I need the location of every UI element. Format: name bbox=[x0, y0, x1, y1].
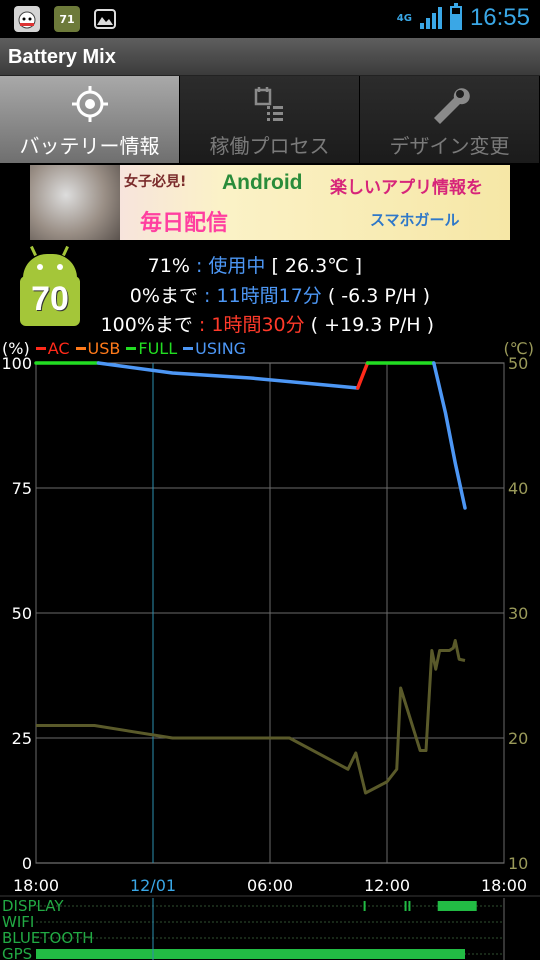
battery-line-using bbox=[432, 361, 467, 510]
y-left-tick-label: 100 bbox=[1, 354, 32, 373]
clock: 16:55 bbox=[469, 4, 530, 31]
battery-level-number: 70 bbox=[31, 280, 69, 318]
time-to-empty-value: 11時間17分 bbox=[216, 285, 322, 307]
activity-segment bbox=[36, 949, 465, 959]
battery-temperature: [ 26.3℃ ] bbox=[265, 255, 362, 277]
battery-status-line: 71% : 使用中 [ 26.3℃ ] bbox=[148, 251, 362, 278]
y-right-tick-label: 20 bbox=[508, 729, 528, 748]
y-left-tick-label: 0 bbox=[22, 854, 32, 873]
x-tick-label: 06:00 bbox=[247, 876, 293, 895]
time-to-empty-label: 0%まで bbox=[129, 285, 198, 307]
app-title: Battery Mix bbox=[8, 46, 116, 68]
charge-rate: ( +19.3 P/H ) bbox=[304, 314, 434, 336]
tab-processes-label: 稼働プロセス bbox=[209, 134, 330, 158]
battery-line-ac bbox=[356, 361, 370, 390]
battery-sep-1: : bbox=[189, 255, 209, 277]
y-left-tick-label: 50 bbox=[12, 604, 32, 623]
cat-app-icon bbox=[14, 6, 40, 32]
tab-processes[interactable]: 稼働プロセス bbox=[180, 76, 360, 163]
app-title-bar: Battery Mix bbox=[0, 38, 540, 76]
battery-sep-2: : bbox=[197, 285, 217, 307]
activity-segment bbox=[437, 901, 477, 911]
y-right-tick-label: 10 bbox=[508, 854, 528, 873]
wrench-icon bbox=[428, 88, 472, 124]
activity-segment bbox=[404, 901, 407, 911]
banner-main2: 楽しいアプリ情報を bbox=[330, 178, 483, 198]
signal-strength-icon bbox=[419, 7, 442, 29]
battery-state: 使用中 bbox=[208, 255, 266, 277]
ad-banner[interactable]: 女子必見! Android 楽しいアプリ情報を 毎日配信 スマホガール bbox=[0, 163, 540, 241]
activity-label: GPS bbox=[2, 945, 32, 960]
x-tick-label: 12/01 bbox=[130, 876, 176, 895]
banner-sub2: スマホガール bbox=[370, 211, 460, 229]
x-tick-label: 12:00 bbox=[364, 876, 410, 895]
activity-segment bbox=[363, 901, 366, 911]
battery-line-using bbox=[96, 361, 360, 390]
network-type: 4G bbox=[396, 12, 412, 24]
x-tick-label: 18:00 bbox=[481, 876, 527, 895]
y-right-tick-label: 50 bbox=[508, 354, 528, 373]
banner-tag: 女子必見! bbox=[124, 174, 187, 190]
time-to-empty-line: 0%まで : 11時間17分 ( -6.3 P/H ) bbox=[130, 281, 430, 308]
battery-level-robot-icon: 70 bbox=[18, 245, 82, 326]
time-to-full-label: 100%まで bbox=[100, 314, 193, 336]
tab-battery-info[interactable]: バッテリー情報 bbox=[0, 76, 180, 163]
temperature-line bbox=[36, 639, 466, 795]
discharge-rate: ( -6.3 P/H ) bbox=[321, 285, 430, 307]
status-bar: 71 4G 16:55 bbox=[0, 0, 540, 38]
x-tick-label: 18:00 bbox=[13, 876, 59, 895]
tab-bar: バッテリー情報 稼働プロセス デザイン変更 bbox=[0, 76, 540, 163]
banner-sub: 毎日配信 bbox=[140, 211, 229, 236]
y-left-tick-label: 25 bbox=[12, 729, 32, 748]
y-right-tick-label: 40 bbox=[508, 479, 528, 498]
time-to-full-line: 100%まで : 1時間30分 ( +19.3 P/H ) bbox=[101, 310, 434, 337]
tab-design[interactable]: デザイン変更 bbox=[360, 76, 540, 163]
notification-icons: 71 bbox=[14, 6, 116, 32]
tab-design-label: デザイン変更 bbox=[389, 134, 510, 158]
time-to-full-value: 1時間30分 bbox=[211, 314, 305, 336]
activity-segment bbox=[408, 901, 411, 911]
process-list-icon bbox=[250, 87, 290, 121]
battery-notification-level: 71 bbox=[59, 12, 75, 26]
banner-main: Android bbox=[222, 171, 303, 194]
ad-banner-image[interactable]: 女子必見! Android 楽しいアプリ情報を 毎日配信 スマホガール bbox=[30, 165, 510, 240]
y-right-tick-label: 30 bbox=[508, 604, 528, 623]
cat-photo bbox=[30, 165, 120, 240]
y-left-tick-label: 75 bbox=[12, 479, 32, 498]
battery-status-icon bbox=[449, 3, 462, 30]
target-icon bbox=[70, 86, 110, 122]
battery-notification-icon: 71 bbox=[54, 6, 80, 32]
battery-sep-3: : bbox=[192, 314, 212, 336]
tab-battery-info-label: バッテリー情報 bbox=[19, 134, 160, 158]
battery-history-chart: 100 50 75 40 50 30 25 20 0 10 18:00 12/01 06:00 12:00… bbox=[0, 354, 540, 960]
image-icon bbox=[94, 9, 116, 29]
battery-percent: 71% bbox=[147, 255, 190, 277]
